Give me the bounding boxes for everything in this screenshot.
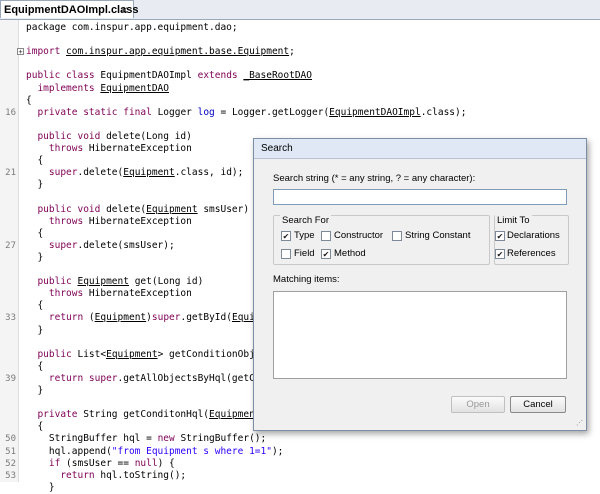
tab-title: EquipmentDAOImpl.class bbox=[4, 4, 139, 16]
code-line: { bbox=[0, 95, 600, 107]
dialog-title: Search bbox=[254, 139, 586, 159]
code-text: } bbox=[26, 251, 44, 263]
code-line: 51 hql.append("from Equipment s where 1=… bbox=[0, 446, 600, 458]
code-text: package com.inspur.app.equipment.dao; bbox=[26, 22, 238, 33]
code-text: return hql.toString(); bbox=[26, 469, 187, 481]
expand-fold-icon[interactable]: + bbox=[17, 48, 24, 56]
code-text: { bbox=[26, 94, 32, 106]
code-text: } bbox=[26, 324, 44, 336]
code-line: 53 return hql.toString(); bbox=[0, 470, 600, 482]
code-text: throws HibernateException bbox=[26, 215, 192, 227]
references-checkbox[interactable] bbox=[495, 249, 505, 259]
field-checkbox-label: Field bbox=[294, 248, 315, 259]
string-constant-checkbox-label: String Constant bbox=[405, 230, 471, 241]
code-text: } bbox=[26, 179, 44, 191]
code-text: if (smsUser == null) { bbox=[26, 457, 175, 469]
references-checkbox-label: References bbox=[507, 248, 556, 259]
open-button[interactable]: Open bbox=[451, 396, 505, 413]
code-text: hql.append("from Equipment s where 1=1")… bbox=[26, 445, 284, 457]
code-text: return (Equipment)super.getById(Equipmen… bbox=[26, 312, 284, 324]
code-text: public void delete(Long id) bbox=[26, 130, 192, 142]
matching-items-list[interactable] bbox=[273, 291, 567, 379]
declarations-checkbox[interactable] bbox=[495, 231, 505, 241]
code-text: super.delete(smsUser); bbox=[26, 239, 175, 251]
method-checkbox[interactable] bbox=[321, 249, 331, 259]
cancel-button[interactable]: Cancel bbox=[510, 396, 566, 413]
code-text: { bbox=[26, 227, 44, 239]
code-text: throws HibernateException bbox=[26, 288, 192, 300]
line-number: 53 bbox=[5, 470, 16, 481]
field-checkbox[interactable] bbox=[281, 249, 291, 259]
code-text: { bbox=[26, 421, 44, 433]
code-text: } bbox=[26, 385, 44, 396]
search-dialog: Search Search string (* = any string, ? … bbox=[253, 138, 587, 431]
code-text: super.delete(Equipment.class, id); bbox=[26, 167, 244, 179]
type-checkbox-label: Type bbox=[294, 230, 315, 241]
code-text: StringBuffer hql = new StringBuffer(); bbox=[26, 433, 267, 445]
search-for-label: Search For bbox=[280, 215, 331, 226]
code-text: { bbox=[26, 300, 44, 312]
resize-grip-icon[interactable]: ⋰ bbox=[576, 420, 584, 428]
type-checkbox[interactable] bbox=[281, 231, 291, 241]
code-text: private static final Logger log = Logger… bbox=[26, 106, 467, 118]
close-icon[interactable]: × bbox=[121, 1, 128, 19]
code-line: public class EquipmentDAOImpl extends _B… bbox=[0, 70, 600, 82]
code-text: { bbox=[26, 155, 44, 167]
line-number: 33 bbox=[5, 313, 16, 324]
method-checkbox-label: Method bbox=[334, 248, 366, 259]
line-number: 52 bbox=[5, 458, 16, 469]
code-text: public List<Equipment> getConditionObjec… bbox=[26, 348, 284, 360]
code-text: implements EquipmentDAO bbox=[26, 82, 169, 94]
constructor-checkbox[interactable] bbox=[321, 231, 331, 241]
code-text: { bbox=[26, 360, 44, 372]
editor-tab-bar: EquipmentDAOImpl.class × bbox=[0, 0, 600, 20]
code-line: 50 StringBuffer hql = new StringBuffer()… bbox=[0, 433, 600, 445]
code-text: } bbox=[26, 481, 55, 493]
code-line: package com.inspur.app.equipment.dao; bbox=[0, 22, 600, 34]
code-text: throws HibernateException bbox=[26, 143, 192, 154]
line-number: 51 bbox=[5, 446, 16, 457]
code-text: public void delete(Equipment smsUser) bbox=[26, 203, 250, 215]
code-line: + import com.inspur.app.equipment.base.Eq… bbox=[0, 46, 600, 58]
code-line: 16 private static final Logger log = Log… bbox=[0, 107, 600, 119]
code-text: public Equipment get(Long id) bbox=[26, 276, 204, 288]
line-number: 27 bbox=[5, 240, 16, 251]
line-number: 50 bbox=[5, 434, 16, 445]
matching-items-label: Matching items: bbox=[273, 274, 340, 285]
line-number: 39 bbox=[5, 373, 16, 384]
code-text: public class EquipmentDAOImpl extends _B… bbox=[26, 70, 312, 82]
code-line: implements EquipmentDAO bbox=[0, 83, 600, 95]
code-text: import com.inspur.app.equipment.base.Equ… bbox=[26, 46, 295, 58]
search-input[interactable] bbox=[273, 189, 567, 205]
code-line: 52 if (smsUser == null) { bbox=[0, 458, 600, 470]
constructor-checkbox-label: Constructor bbox=[334, 230, 384, 241]
code-text: return super.getAllObjectsByHql(getCondi… bbox=[26, 372, 284, 384]
line-number: 16 bbox=[5, 107, 16, 118]
line-number: 21 bbox=[5, 168, 16, 179]
string-constant-checkbox[interactable] bbox=[392, 231, 402, 241]
declarations-checkbox-label: Declarations bbox=[507, 230, 560, 241]
search-string-label: Search string (* = any string, ? = any c… bbox=[273, 173, 476, 184]
code-line: } bbox=[0, 482, 600, 494]
limit-to-label: Limit To bbox=[495, 215, 532, 226]
tab-equipmentdaoimpl[interactable]: EquipmentDAOImpl.class × bbox=[0, 0, 138, 19]
code-text: private String getConditonHql(Equipment … bbox=[26, 409, 283, 421]
